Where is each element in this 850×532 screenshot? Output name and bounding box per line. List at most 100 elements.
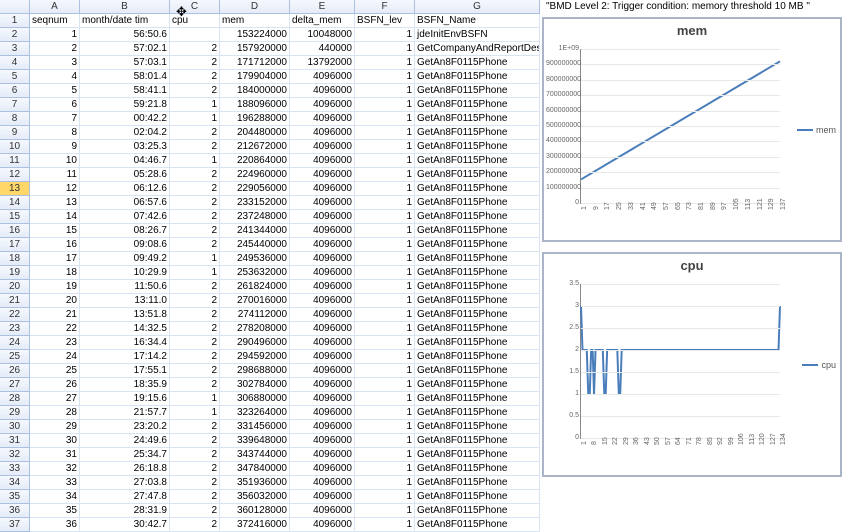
data-cell[interactable]: GetAn8F0115Phone	[415, 336, 540, 350]
data-cell[interactable]: 35	[30, 504, 80, 518]
data-cell[interactable]: GetAn8F0115Phone	[415, 56, 540, 70]
data-cell[interactable]: 18:35.9	[80, 378, 170, 392]
data-cell[interactable]: 204480000	[220, 126, 290, 140]
data-cell[interactable]: 351936000	[220, 476, 290, 490]
row-header[interactable]: 34	[0, 476, 30, 490]
row-header[interactable]: 11	[0, 154, 30, 168]
data-cell[interactable]: 1	[355, 210, 415, 224]
row-header[interactable]: 6	[0, 84, 30, 98]
data-cell[interactable]: 29	[30, 420, 80, 434]
data-cell[interactable]: 1	[355, 476, 415, 490]
data-cell[interactable]: 7	[30, 112, 80, 126]
data-cell[interactable]: GetAn8F0115Phone	[415, 126, 540, 140]
data-cell[interactable]: 339648000	[220, 434, 290, 448]
data-cell[interactable]: 00:42.2	[80, 112, 170, 126]
data-cell[interactable]: 3	[30, 56, 80, 70]
data-cell[interactable]: 331456000	[220, 420, 290, 434]
data-cell[interactable]: 06:12.6	[80, 182, 170, 196]
data-cell[interactable]: 2	[170, 462, 220, 476]
data-cell[interactable]: GetAn8F0115Phone	[415, 364, 540, 378]
data-cell[interactable]: 440000	[290, 42, 355, 56]
data-cell[interactable]: 1	[170, 112, 220, 126]
data-cell[interactable]: GetAn8F0115Phone	[415, 392, 540, 406]
data-cell[interactable]: GetAn8F0115Phone	[415, 182, 540, 196]
data-cell[interactable]	[170, 28, 220, 42]
data-cell[interactable]: 4096000	[290, 140, 355, 154]
data-cell[interactable]: 2	[170, 434, 220, 448]
data-cell[interactable]: GetAn8F0115Phone	[415, 168, 540, 182]
data-cell[interactable]: 1	[170, 392, 220, 406]
data-cell[interactable]: 1	[170, 98, 220, 112]
data-cell[interactable]: 1	[355, 462, 415, 476]
data-cell[interactable]: 14	[30, 210, 80, 224]
data-cell[interactable]: 4096000	[290, 210, 355, 224]
data-cell[interactable]: 372416000	[220, 518, 290, 532]
data-cell[interactable]: 1	[30, 28, 80, 42]
header-cell[interactable]: seqnum	[30, 14, 80, 28]
row-header[interactable]: 5	[0, 70, 30, 84]
data-cell[interactable]: GetAn8F0115Phone	[415, 518, 540, 532]
column-header[interactable]: A	[30, 0, 80, 14]
data-cell[interactable]: 4096000	[290, 98, 355, 112]
data-cell[interactable]: 11:50.6	[80, 280, 170, 294]
data-cell[interactable]: GetAn8F0115Phone	[415, 112, 540, 126]
data-cell[interactable]: 09:08.6	[80, 238, 170, 252]
data-cell[interactable]: 4096000	[290, 406, 355, 420]
data-cell[interactable]: 59:21.8	[80, 98, 170, 112]
data-cell[interactable]: 347840000	[220, 462, 290, 476]
data-cell[interactable]: 249536000	[220, 252, 290, 266]
data-cell[interactable]: 4096000	[290, 168, 355, 182]
data-cell[interactable]: 4096000	[290, 252, 355, 266]
row-header[interactable]: 22	[0, 308, 30, 322]
header-cell[interactable]: month/date tim	[80, 14, 170, 28]
data-cell[interactable]: GetAn8F0115Phone	[415, 98, 540, 112]
data-cell[interactable]: 237248000	[220, 210, 290, 224]
data-cell[interactable]: 4096000	[290, 518, 355, 532]
data-cell[interactable]: GetAn8F0115Phone	[415, 476, 540, 490]
data-cell[interactable]: 26	[30, 378, 80, 392]
row-header[interactable]: 10	[0, 140, 30, 154]
data-cell[interactable]: 2	[170, 182, 220, 196]
column-header[interactable]: F	[355, 0, 415, 14]
data-cell[interactable]: 184000000	[220, 84, 290, 98]
data-cell[interactable]: 4096000	[290, 364, 355, 378]
data-cell[interactable]: 1	[355, 28, 415, 42]
data-cell[interactable]: 4096000	[290, 112, 355, 126]
data-cell[interactable]: 1	[170, 154, 220, 168]
data-cell[interactable]: GetAn8F0115Phone	[415, 308, 540, 322]
chart-mem[interactable]: mem 010000000020000000030000000040000000…	[542, 17, 842, 242]
data-cell[interactable]: 1	[355, 406, 415, 420]
data-cell[interactable]: 245440000	[220, 238, 290, 252]
data-cell[interactable]: 4096000	[290, 266, 355, 280]
data-cell[interactable]: 36	[30, 518, 80, 532]
data-cell[interactable]: 4096000	[290, 280, 355, 294]
header-cell[interactable]: BSFN_lev	[355, 14, 415, 28]
data-cell[interactable]: 2	[170, 196, 220, 210]
column-header[interactable]	[0, 0, 30, 14]
data-cell[interactable]: 4096000	[290, 294, 355, 308]
data-cell[interactable]: 30:42.7	[80, 518, 170, 532]
data-cell[interactable]: 24	[30, 350, 80, 364]
data-cell[interactable]: GetAn8F0115Phone	[415, 294, 540, 308]
data-cell[interactable]: 23:20.2	[80, 420, 170, 434]
data-cell[interactable]: 2	[170, 322, 220, 336]
data-cell[interactable]: 2	[170, 70, 220, 84]
data-cell[interactable]: 2	[170, 168, 220, 182]
data-cell[interactable]: 1	[355, 84, 415, 98]
data-cell[interactable]: 1	[355, 266, 415, 280]
data-cell[interactable]: 11	[30, 168, 80, 182]
data-cell[interactable]: 1	[355, 168, 415, 182]
data-cell[interactable]: 28	[30, 406, 80, 420]
data-cell[interactable]: 179904000	[220, 70, 290, 84]
data-cell[interactable]: 196288000	[220, 112, 290, 126]
data-cell[interactable]: 4096000	[290, 448, 355, 462]
data-cell[interactable]: 10	[30, 154, 80, 168]
data-cell[interactable]: 290496000	[220, 336, 290, 350]
data-cell[interactable]: 1	[355, 182, 415, 196]
row-header[interactable]: 25	[0, 350, 30, 364]
data-cell[interactable]: 270016000	[220, 294, 290, 308]
data-cell[interactable]: 2	[170, 84, 220, 98]
row-header[interactable]: 33	[0, 462, 30, 476]
data-cell[interactable]: 4096000	[290, 462, 355, 476]
row-header[interactable]: 16	[0, 224, 30, 238]
